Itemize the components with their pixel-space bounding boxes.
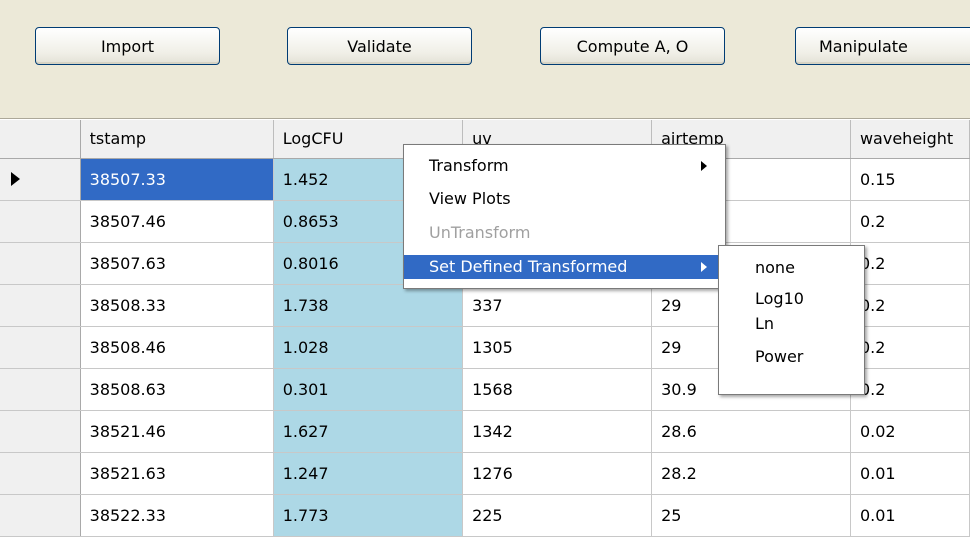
menu-item-view-plots[interactable]: View Plots	[404, 187, 725, 211]
column-header-waveheight[interactable]: waveheight	[850, 120, 970, 159]
menu-item-label: Set Defined Transformed	[429, 257, 628, 276]
submenu: none Log10 Ln Power	[718, 245, 865, 395]
arrow-right-icon	[11, 172, 20, 186]
submenu-arrow-icon	[701, 262, 707, 272]
row-header[interactable]	[0, 368, 81, 411]
compute-button[interactable]: Compute A, O	[540, 27, 725, 65]
table-cell[interactable]: 38507.33	[80, 158, 274, 201]
table-cell[interactable]: 0.01	[850, 452, 970, 495]
row-header[interactable]	[0, 284, 81, 327]
submenu-item-log10[interactable]: Log10	[719, 287, 864, 311]
table-cell[interactable]: 0.2	[850, 326, 970, 369]
toolbar: Import Validate Compute A, O Manipulate	[0, 0, 970, 119]
table-cell[interactable]: 1.627	[273, 410, 464, 453]
table-cell[interactable]: 1305	[462, 326, 653, 369]
table-cell[interactable]: 38507.63	[80, 242, 274, 285]
row-header[interactable]	[0, 452, 81, 495]
validate-button[interactable]: Validate	[287, 27, 472, 65]
menu-item-set-defined-transformed[interactable]: Set Defined Transformed	[404, 255, 725, 279]
table-cell[interactable]: 1.028	[273, 326, 464, 369]
table-cell[interactable]: 38507.46	[80, 200, 274, 243]
row-header[interactable]	[0, 200, 81, 243]
menu-item-transform[interactable]: Transform	[404, 154, 725, 178]
row-header[interactable]	[0, 326, 81, 369]
column-header-tstamp[interactable]: tstamp	[80, 120, 274, 159]
menu-item-label: View Plots	[429, 189, 511, 208]
menu-item-untransform: UnTransform	[404, 221, 725, 245]
table-cell[interactable]: 28.6	[651, 410, 851, 453]
manipulate-button[interactable]: Manipulate	[795, 27, 970, 65]
submenu-arrow-icon	[701, 161, 707, 171]
table-cell[interactable]: 38508.33	[80, 284, 274, 327]
table-cell[interactable]: 0.301	[273, 368, 464, 411]
table-cell[interactable]: 38508.63	[80, 368, 274, 411]
table-cell[interactable]: 1276	[462, 452, 653, 495]
table-cell[interactable]: 1.247	[273, 452, 464, 495]
table-cell[interactable]: 38521.46	[80, 410, 274, 453]
submenu-item-ln[interactable]: Ln	[719, 312, 864, 336]
menu-item-label: Transform	[429, 156, 509, 175]
table-cell[interactable]: 0.2	[850, 200, 970, 243]
row-header[interactable]	[0, 410, 81, 453]
table-cell[interactable]: 0.2	[850, 242, 970, 285]
table-cell[interactable]: 28.2	[651, 452, 851, 495]
context-menu: Transform View Plots UnTransform Set Def…	[403, 144, 726, 289]
submenu-item-none[interactable]: none	[719, 256, 864, 280]
table-cell[interactable]: 1.773	[273, 494, 464, 537]
table-cell[interactable]: 337	[462, 284, 653, 327]
table-cell[interactable]: 25	[651, 494, 851, 537]
table-cell[interactable]: 38521.63	[80, 452, 274, 495]
table-cell[interactable]: 0.2	[850, 368, 970, 411]
table-cell[interactable]: 225	[462, 494, 653, 537]
table-cell[interactable]: 1568	[462, 368, 653, 411]
import-button[interactable]: Import	[35, 27, 220, 65]
menu-item-label: UnTransform	[429, 223, 531, 242]
table-row[interactable]: 38521.63 1.247 1276 28.2 0.01	[0, 452, 970, 495]
table-cell[interactable]: 0.15	[850, 158, 970, 201]
corner-header[interactable]	[0, 120, 81, 159]
submenu-item-power[interactable]: Power	[719, 345, 864, 369]
table-row[interactable]: 38522.33 1.773 225 25 0.01	[0, 494, 970, 537]
table-row[interactable]: 38521.46 1.627 1342 28.6 0.02	[0, 410, 970, 453]
table-cell[interactable]: 38508.46	[80, 326, 274, 369]
table-cell[interactable]: 38522.33	[80, 494, 274, 537]
table-cell[interactable]: 0.01	[850, 494, 970, 537]
row-header[interactable]	[0, 242, 81, 285]
table-cell[interactable]: 0.2	[850, 284, 970, 327]
row-header[interactable]	[0, 494, 81, 537]
table-cell[interactable]: 0.02	[850, 410, 970, 453]
table-cell[interactable]: 1.738	[273, 284, 464, 327]
table-cell[interactable]: 1342	[462, 410, 653, 453]
row-header[interactable]	[0, 158, 81, 201]
